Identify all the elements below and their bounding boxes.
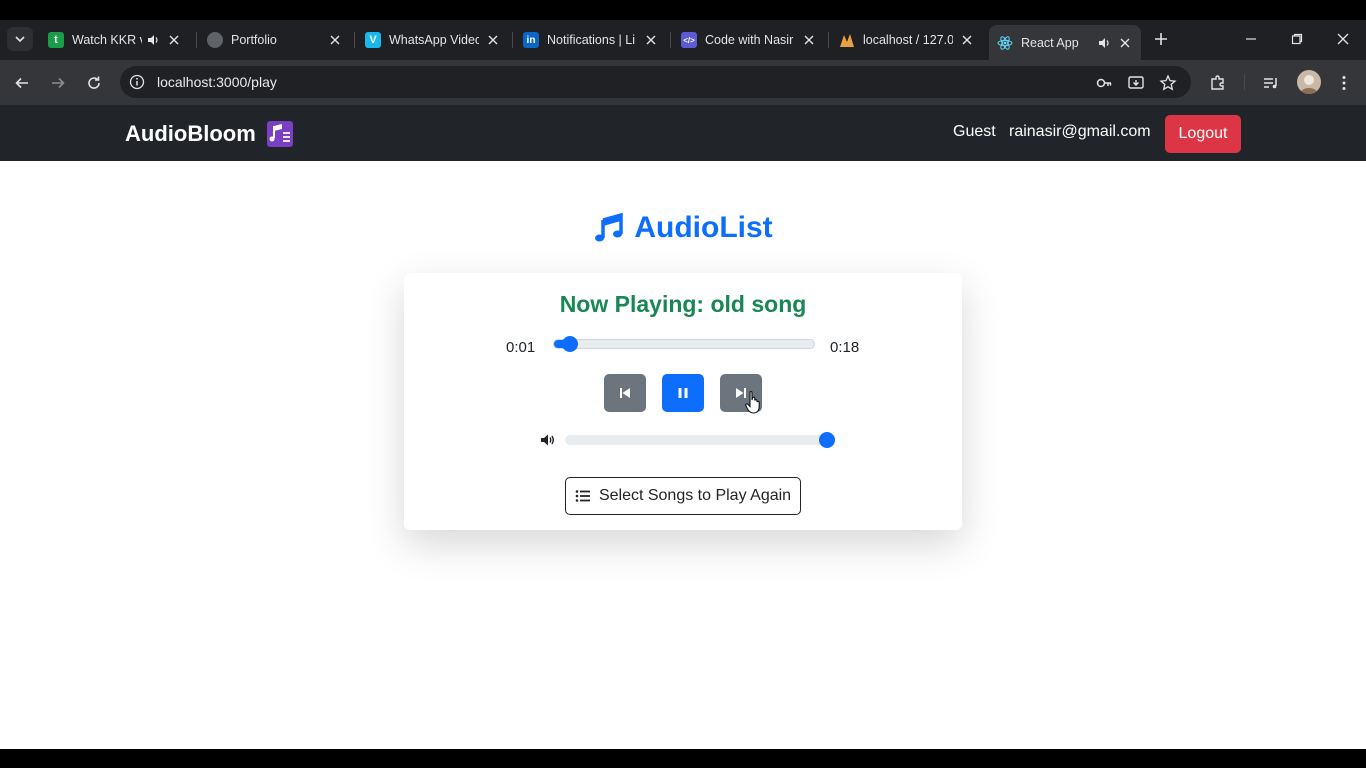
volume-fill: [565, 435, 827, 445]
minimize-button[interactable]: [1240, 28, 1262, 50]
tab-title: React App: [1021, 35, 1079, 50]
seek-slider[interactable]: [553, 336, 815, 352]
url-text: localhost:3000/play: [157, 74, 277, 90]
close-tab-icon[interactable]: [801, 32, 817, 48]
media-queue-icon: [1264, 78, 1277, 89]
close-tab-icon[interactable]: [166, 32, 182, 48]
tab-linkedin-notifications[interactable]: in Notifications | Li: [515, 25, 667, 55]
tab-portfolio[interactable]: Portfolio: [199, 25, 351, 55]
brand-name: AudioBloom: [125, 121, 256, 146]
reload-icon: [88, 76, 100, 89]
tab-separator: [196, 32, 197, 48]
browser-tab-strip: t Watch KKR v Portfolio V WhatsApp Videc…: [0, 20, 1366, 60]
tab-localhost-phpmyadmin[interactable]: localhost / 127.0: [831, 25, 983, 55]
browser-toolbar: localhost:3000/play: [0, 60, 1366, 105]
profile-avatar[interactable]: [1297, 70, 1321, 94]
puzzle-icon: [1211, 75, 1224, 90]
minimize-icon: [1246, 38, 1256, 40]
current-time: 0:01: [506, 339, 536, 356]
now-playing-title: Now Playing: old song: [559, 291, 807, 317]
screen-bottom-border: [0, 749, 1366, 768]
tab-title: WhatsApp Videc: [389, 33, 479, 47]
select-songs-label: Select Songs to Play Again: [598, 487, 792, 504]
user-label: Guest: [953, 123, 996, 140]
close-tab-icon[interactable]: [327, 32, 343, 48]
tab-watch-kkr[interactable]: t Watch KKR v: [40, 25, 190, 55]
pause-button[interactable]: [662, 374, 704, 412]
volume-icon: [541, 434, 554, 446]
tab-title: Notifications | Li: [547, 33, 636, 47]
tab-react-app[interactable]: React App: [989, 25, 1141, 60]
password-key-icon[interactable]: [1094, 73, 1114, 93]
arrow-right-icon: [52, 77, 65, 89]
vimeo-icon: V: [365, 32, 381, 48]
react-icon: [997, 35, 1013, 51]
site-info-icon[interactable]: [128, 73, 146, 91]
tab-separator: [828, 32, 829, 48]
speaker-icon[interactable]: [146, 33, 160, 47]
tab-search-button[interactable]: [7, 27, 33, 51]
extensions-button[interactable]: [1206, 71, 1230, 95]
close-tab-icon[interactable]: [1117, 35, 1133, 51]
toolbar-separator: [1244, 74, 1245, 90]
tab-separator: [512, 32, 513, 48]
arrow-left-icon: [15, 77, 28, 89]
user-email: rainasir@gmail.com: [1009, 123, 1151, 140]
avatar-icon: [1300, 75, 1318, 94]
tab-title: Code with Nasir: [705, 33, 794, 47]
list-icon: [575, 490, 590, 502]
select-songs-button[interactable]: Select Songs to Play Again: [565, 477, 801, 515]
tab-favicon-icon: t: [48, 32, 64, 48]
mouse-pointer-hand-icon: [745, 390, 760, 414]
close-tab-icon[interactable]: [485, 32, 501, 48]
tab-title: Portfolio: [231, 33, 277, 47]
forward-button[interactable]: [46, 71, 70, 95]
restore-icon: [1291, 33, 1303, 45]
close-icon: [1337, 33, 1349, 45]
close-window-button[interactable]: [1332, 28, 1354, 50]
screen-top-border: [0, 0, 1366, 20]
code-icon: </>: [681, 32, 697, 48]
media-controls-button[interactable]: [1259, 71, 1283, 95]
new-tab-button[interactable]: [1150, 28, 1172, 50]
music-note-list-icon: [266, 121, 293, 147]
previous-button[interactable]: [604, 374, 646, 412]
skip-back-icon: [620, 388, 630, 398]
restore-button[interactable]: [1286, 28, 1308, 50]
bookmark-star-icon[interactable]: [1158, 73, 1178, 93]
globe-icon: [207, 32, 223, 48]
web-page: AudioBloom Guest rainasir@gmail.com Logo…: [0, 105, 1366, 749]
close-tab-icon[interactable]: [959, 32, 975, 48]
browser-menu-button[interactable]: [1332, 71, 1356, 95]
reload-button[interactable]: [82, 71, 106, 95]
page-title-text: AudioList: [634, 211, 773, 244]
close-tab-icon[interactable]: [643, 32, 659, 48]
tab-separator: [354, 32, 355, 48]
tab-whatsapp-video[interactable]: V WhatsApp Videc: [357, 25, 509, 55]
linkedin-icon: in: [523, 32, 539, 48]
install-app-icon[interactable]: [1126, 73, 1146, 93]
phpmyadmin-icon: [839, 32, 855, 48]
address-bar[interactable]: localhost:3000/play: [120, 66, 1191, 98]
tab-title: Watch KKR v: [72, 33, 142, 47]
plus-icon: [1155, 33, 1167, 45]
more-vert-icon: [1342, 76, 1346, 90]
volume-slider[interactable]: [565, 432, 835, 448]
brand-link[interactable]: AudioBloom: [125, 120, 294, 148]
app-navbar: AudioBloom Guest rainasir@gmail.com Logo…: [0, 105, 1366, 161]
total-time: 0:18: [830, 339, 860, 356]
chevron-down-icon: [15, 36, 25, 43]
music-note-icon: [595, 212, 624, 242]
tab-code-with-nasir[interactable]: </> Code with Nasir: [673, 25, 825, 55]
speaker-icon[interactable]: [1097, 36, 1111, 50]
back-button[interactable]: [10, 71, 34, 95]
logout-button[interactable]: Logout: [1165, 115, 1241, 153]
seek-thumb[interactable]: [561, 336, 578, 352]
tab-title: localhost / 127.0: [863, 33, 953, 47]
volume-thumb[interactable]: [819, 432, 835, 448]
page-title: AudioList: [0, 211, 1366, 245]
player-card: Now Playing: old song 0:01 0:18 Select S…: [404, 273, 962, 530]
pause-icon: [678, 388, 688, 398]
tab-separator: [670, 32, 671, 48]
